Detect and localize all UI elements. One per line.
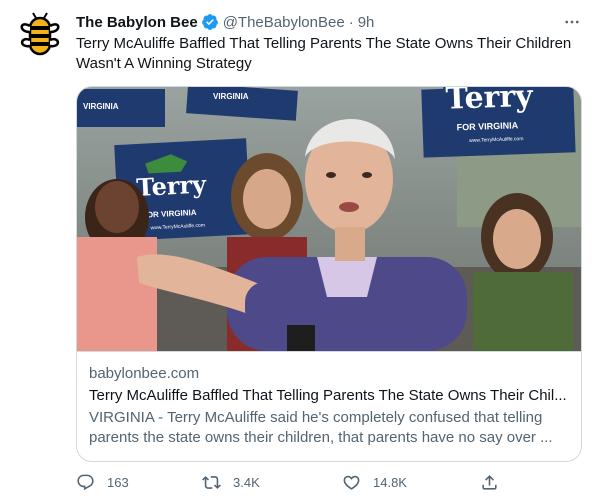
retweet-button[interactable]: 3.4K — [202, 470, 260, 494]
retweet-icon — [202, 475, 221, 489]
share-icon — [482, 474, 497, 490]
svg-text:Terry: Terry — [136, 169, 208, 202]
reply-icon — [77, 474, 94, 490]
more-icon[interactable] — [560, 10, 584, 34]
tweet-timestamp[interactable]: 9h — [358, 14, 375, 31]
card-title: Terry McAuliffe Baffled That Telling Par… — [89, 387, 567, 404]
svg-text:VIRGINIA: VIRGINIA — [83, 102, 119, 111]
tweet[interactable]: The Babylon Bee @TheBabylonBee · 9h Terr… — [0, 0, 598, 504]
verified-badge-icon — [201, 13, 219, 31]
author-handle[interactable]: @TheBabylonBee — [223, 14, 345, 31]
tweet-text: Terry McAuliffe Baffled That Telling Par… — [76, 35, 572, 72]
card-info[interactable]: babylonbee.com Terry McAuliffe Baffled T… — [77, 351, 581, 461]
avatar[interactable] — [16, 12, 64, 60]
svg-text:VIRGINIA: VIRGINIA — [213, 92, 249, 101]
tweet-actions: 163 3.4K 14.8K — [76, 470, 582, 494]
svg-text:Terry: Terry — [445, 87, 535, 117]
author-name[interactable]: The Babylon Bee — [76, 14, 198, 31]
like-button[interactable]: 14.8K — [342, 470, 407, 494]
retweet-count: 3.4K — [233, 474, 260, 490]
separator-dot: · — [348, 13, 354, 31]
reply-button[interactable]: 163 — [76, 470, 129, 494]
like-count: 14.8K — [373, 474, 407, 490]
share-button[interactable] — [480, 470, 511, 494]
card-description: VIRGINIA - Terry McAuliffe said he's com… — [89, 409, 553, 446]
like-icon — [343, 475, 360, 490]
tweet-header: The Babylon Bee @TheBabylonBee · 9h — [76, 12, 374, 32]
card-photo: VIRGINIA VIRGINIA Terry FOR VIRGINIA www… — [77, 87, 581, 351]
babylon-bee-logo — [16, 12, 64, 60]
reply-count: 163 — [107, 474, 129, 490]
card-image: VIRGINIA VIRGINIA Terry FOR VIRGINIA www… — [77, 87, 581, 351]
link-card[interactable]: VIRGINIA VIRGINIA Terry FOR VIRGINIA www… — [76, 86, 582, 462]
card-domain: babylonbee.com — [89, 365, 200, 382]
